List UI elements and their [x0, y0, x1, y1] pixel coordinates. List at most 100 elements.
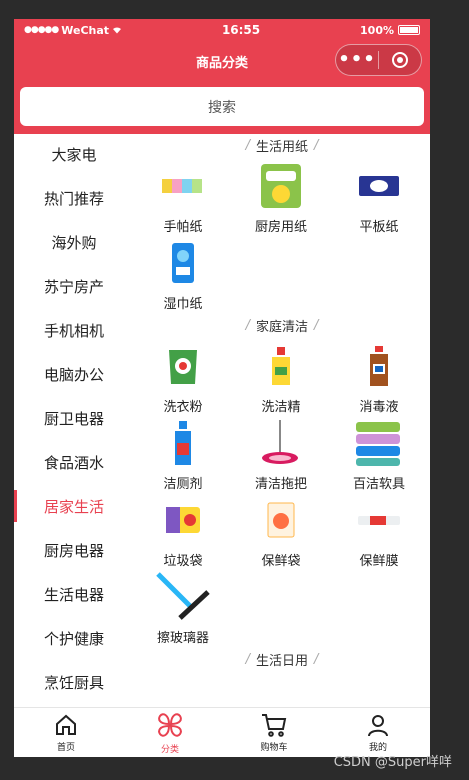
section-title-text: 家庭清洁	[255, 319, 308, 335]
product-image	[349, 415, 409, 471]
battery-area: 100%	[360, 24, 420, 37]
product-item[interactable]: 擦玻璃器	[134, 569, 232, 646]
product-item[interactable]: 百洁软具	[330, 415, 428, 492]
product-name: 手帕纸	[163, 220, 203, 235]
product-image	[349, 338, 409, 394]
product-panel: / 生活用纸 / 手帕纸 厨房用纸 平板纸湿巾纸 / 家庭清洁 / 洗衣粉 洗洁精 消毒液洁厕剂 清洁拖…	[134, 132, 430, 707]
signal-icon: ●●●●●	[24, 25, 59, 35]
product-image	[251, 338, 311, 394]
sidebar-item[interactable]: 厨卫电器	[14, 396, 134, 440]
category-icon	[158, 712, 182, 737]
battery-percent: 100%	[360, 23, 394, 37]
product-image	[251, 415, 311, 471]
watermark: CSDN @Super咩咩	[333, 755, 452, 770]
search-placeholder: 搜索	[208, 99, 236, 116]
nav-bar: 商品分类 •••	[14, 41, 430, 81]
product-image	[153, 415, 213, 471]
home-icon	[56, 714, 76, 735]
product-name: 洗洁精	[261, 400, 301, 415]
sidebar-item[interactable]: 手机相机	[14, 308, 134, 352]
sidebar-item[interactable]: 电脑办公	[14, 352, 134, 396]
tab-cart[interactable]: 购物车	[222, 708, 326, 757]
sidebar-item[interactable]: 食品酒水	[14, 440, 134, 484]
product-name: 保鲜膜	[359, 554, 399, 569]
product-grid: 洗衣粉 洗洁精 消毒液洁厕剂 清洁拖把 百洁软具垃圾袋 保鲜袋 保鲜膜擦玻璃器	[134, 338, 430, 646]
phone-frame: ●●●●● WeChat 16:55 100% 商品分类 ••• 搜索 大家电热…	[14, 19, 430, 757]
status-bar: ●●●●● WeChat 16:55 100%	[14, 19, 430, 41]
section-title-text: 生活用纸	[255, 139, 308, 155]
product-grid: 手帕纸 厨房用纸 平板纸湿巾纸	[134, 158, 430, 312]
section-title: / 家庭清洁 /	[134, 312, 430, 338]
product-item[interactable]: 洁厕剂	[134, 415, 232, 492]
status-time: 16:55	[221, 23, 261, 37]
battery-icon	[398, 25, 420, 35]
carrier-area: ●●●●● WeChat	[24, 24, 122, 37]
section-title: / 生活用纸 /	[134, 132, 430, 158]
product-item[interactable]: 平板纸	[330, 158, 428, 235]
product-item[interactable]: 保鲜膜	[330, 492, 428, 569]
product-image	[251, 492, 311, 548]
product-name: 保鲜袋	[261, 554, 301, 569]
product-image	[153, 338, 213, 394]
slash-divider: /	[314, 651, 319, 667]
sidebar-item[interactable]: 生活电器	[14, 572, 134, 616]
page-title: 商品分类	[195, 55, 248, 71]
search-input[interactable]: 搜索	[20, 87, 424, 126]
sidebar-item[interactable]: 苏宁房产	[14, 264, 134, 308]
user-icon	[368, 714, 388, 736]
product-item[interactable]: 湿巾纸	[134, 235, 232, 312]
sidebar-item[interactable]: 烹饪厨具	[14, 660, 134, 704]
product-name: 擦玻璃器	[156, 631, 209, 646]
close-miniprogram-icon[interactable]	[379, 52, 421, 68]
sidebar-item[interactable]: 个护健康	[14, 616, 134, 660]
search-bar-area: 搜索	[14, 81, 430, 134]
product-image	[153, 492, 213, 548]
product-name: 洗衣粉	[163, 400, 203, 415]
product-image	[251, 158, 311, 214]
carrier-name: WeChat	[61, 23, 110, 37]
slash-divider: /	[245, 317, 250, 333]
product-item[interactable]: 手帕纸	[134, 158, 232, 235]
tab-category[interactable]: 分类	[118, 708, 222, 757]
product-image	[153, 158, 213, 214]
product-name: 洁厕剂	[163, 477, 203, 492]
sidebar-item[interactable]: 厨房电器	[14, 528, 134, 572]
tab-home[interactable]: 首页	[14, 708, 118, 757]
product-image	[349, 158, 409, 214]
product-name: 湿巾纸	[163, 297, 203, 312]
product-name: 厨房用纸	[254, 220, 307, 235]
wifi-icon	[113, 27, 122, 34]
slash-divider: /	[314, 137, 319, 153]
product-image	[349, 492, 409, 548]
slash-divider: /	[245, 651, 250, 667]
product-item[interactable]: 洗衣粉	[134, 338, 232, 415]
product-image	[153, 235, 213, 291]
product-item[interactable]: 消毒液	[330, 338, 428, 415]
sidebar-item[interactable]: 大家电	[14, 132, 134, 176]
product-name: 清洁拖把	[254, 477, 307, 492]
sidebar-item[interactable]: 海外购	[14, 220, 134, 264]
product-item[interactable]: 保鲜袋	[232, 492, 330, 569]
product-item[interactable]: 洗洁精	[232, 338, 330, 415]
slash-divider: /	[245, 137, 250, 153]
product-image	[153, 569, 213, 625]
category-sidebar: 大家电 热门推荐 海外购 苏宁房产 手机相机 电脑办公 厨卫电器 食品酒水 居家生活 厨房电器 生活…	[14, 132, 134, 707]
sidebar-item[interactable]: 居家生活	[14, 484, 134, 528]
tab-bar: 首页 分类 购物车 我的	[14, 707, 430, 757]
product-item[interactable]: 厨房用纸	[232, 158, 330, 235]
sidebar-item[interactable]: 热门推荐	[14, 176, 134, 220]
product-item[interactable]: 垃圾袋	[134, 492, 232, 569]
tab-home-label: 首页	[56, 742, 75, 753]
tab-mine[interactable]: 我的	[326, 708, 430, 757]
product-name: 消毒液	[359, 400, 399, 415]
category-content: 大家电 热门推荐 海外购 苏宁房产 手机相机 电脑办公 厨卫电器 食品酒水 居家生活 厨房电器 生活…	[14, 132, 430, 707]
cart-icon	[262, 713, 287, 737]
product-name: 垃圾袋	[163, 554, 203, 569]
more-menu-icon[interactable]: •••	[336, 51, 378, 69]
product-item[interactable]: 清洁拖把	[232, 415, 330, 492]
section-title: / 生活日用 /	[134, 646, 430, 672]
slash-divider: /	[314, 317, 319, 333]
tab-cart-label: 购物车	[260, 742, 288, 753]
tab-category-label: 分类	[160, 744, 179, 755]
miniprogram-capsule: •••	[335, 44, 422, 76]
